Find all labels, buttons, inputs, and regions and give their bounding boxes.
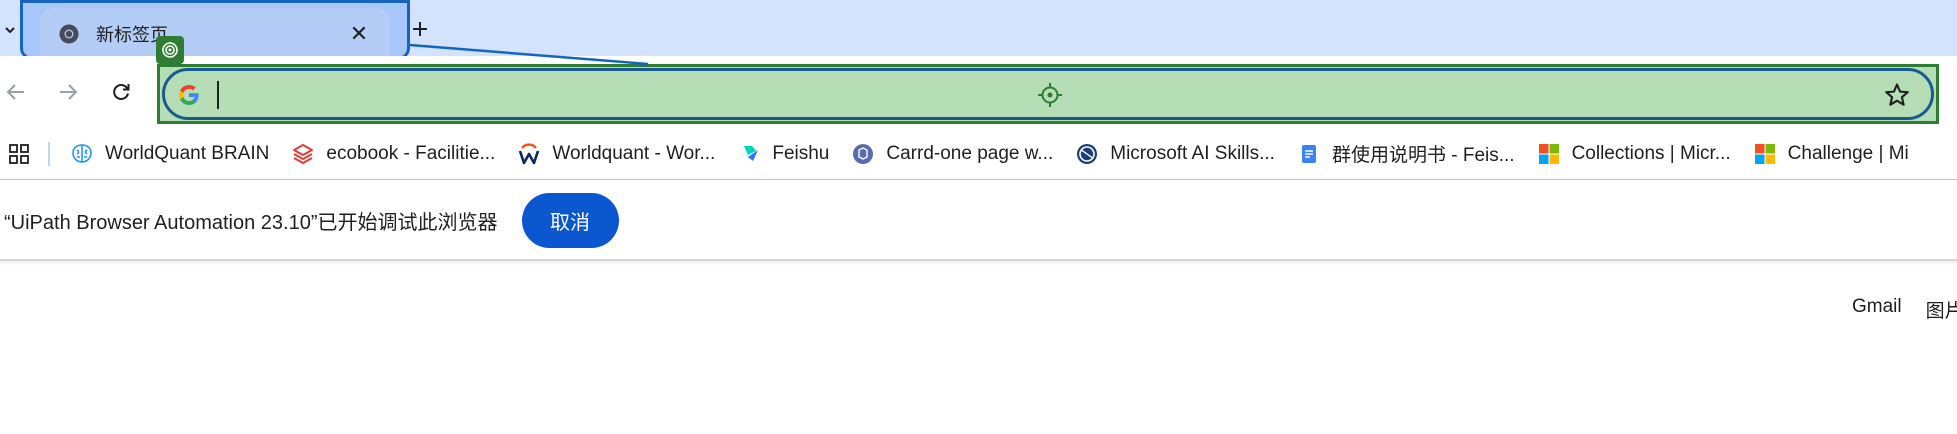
tab-title: 新标签页 (96, 25, 168, 45)
bookmark-collections[interactable]: Collections | Micr... (1537, 142, 1731, 166)
address-bar[interactable] (162, 68, 1934, 120)
worldquant-icon (517, 142, 541, 166)
google-g-icon (179, 85, 199, 105)
back-button[interactable] (0, 76, 32, 108)
carrd-icon (851, 142, 875, 166)
text-cursor (217, 81, 219, 109)
bookmark-label: WorldQuant BRAIN (105, 142, 270, 164)
bookmark-label: Microsoft AI Skills... (1110, 142, 1275, 164)
page-top-links: Gmail 图片 (1852, 296, 1957, 323)
apps-grid-icon[interactable] (8, 143, 30, 165)
star-icon[interactable] (1883, 81, 1911, 109)
gmail-link[interactable]: Gmail (1852, 296, 1902, 323)
bookmark-label: Challenge | Mi (1787, 142, 1909, 164)
microsoft-icon (1753, 142, 1777, 166)
brain-icon (70, 142, 94, 166)
new-tab-button[interactable] (405, 14, 435, 44)
bookmark-worldquant-brain[interactable]: WorldQuant BRAIN (70, 142, 269, 166)
ecobook-icon (291, 142, 315, 166)
bookmark-feishu-doc[interactable]: 群使用说明书 - Feis... (1297, 140, 1515, 167)
debugging-infobar: “UiPath Browser Automation 23.10”已开始调试此浏… (0, 181, 1957, 261)
reload-icon (113, 84, 130, 100)
bookmark-ecobook[interactable]: ecobook - Facilitie... (291, 142, 495, 166)
bookmark-label: ecobook - Facilitie... (326, 142, 496, 164)
bookmark-microsoft-ai-skills[interactable]: Microsoft AI Skills... (1075, 142, 1275, 166)
infobar-message: “UiPath Browser Automation 23.10”已开始调试此浏… (4, 211, 498, 234)
bookmark-label: Collections | Micr... (1571, 142, 1731, 164)
crosshair-icon (1038, 83, 1062, 107)
arrow-left-icon (6, 84, 24, 100)
chrome-icon (58, 23, 80, 45)
images-link[interactable]: 图片 (1926, 296, 1957, 323)
target-marker-badge (156, 36, 184, 64)
bookmark-label: 群使用说明书 - Feis... (1331, 145, 1515, 166)
bookmark-label: Worldquant - Wor... (552, 142, 716, 164)
chevron-down-icon (5, 27, 15, 34)
tab-strip: 新标签页 ✕ (0, 0, 1957, 60)
bookmark-label: Carrd-one page w... (886, 142, 1054, 164)
bookmarks-separator (48, 141, 50, 166)
feishu-icon (737, 142, 761, 166)
bookmark-feishu[interactable]: Feishu (737, 142, 829, 166)
close-icon[interactable]: ✕ (346, 21, 372, 47)
plus-icon (413, 22, 427, 36)
tab-search-button[interactable] (0, 16, 20, 44)
cancel-button[interactable]: 取消 (521, 192, 619, 248)
document-icon (1297, 142, 1321, 166)
bookmark-challenge[interactable]: Challenge | Mi (1753, 142, 1909, 166)
forward-button[interactable] (52, 76, 84, 108)
bookmarks-bar: WorldQuant BRAIN ecobook - Facilitie... … (0, 128, 1957, 180)
bookmark-label: Feishu (772, 142, 830, 164)
bookmark-worldquant[interactable]: Worldquant - Wor... (517, 142, 715, 166)
globe-icon (1075, 142, 1099, 166)
microsoft-icon (1537, 142, 1561, 166)
bookmark-carrd[interactable]: Carrd-one page w... (851, 142, 1053, 166)
target-icon (162, 42, 178, 58)
reload-button[interactable] (105, 76, 137, 108)
toolbar (0, 56, 1957, 128)
tab-new-tab[interactable]: 新标签页 ✕ (40, 8, 390, 60)
arrow-right-icon (60, 84, 78, 100)
